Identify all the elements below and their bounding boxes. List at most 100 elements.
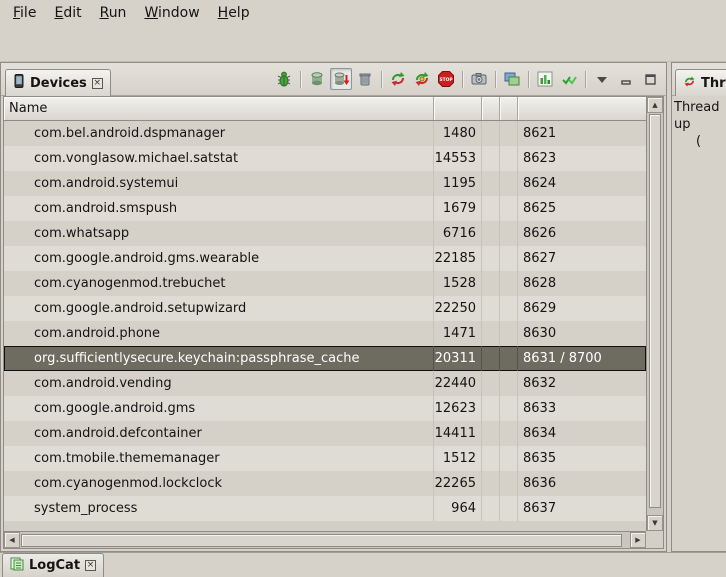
process-name-cell: com.android.vending [4, 371, 434, 396]
capture-system-trace-icon[interactable] [501, 68, 523, 90]
scroll-down-icon[interactable]: ▼ [647, 515, 663, 531]
port-cell: 8635 [518, 446, 646, 471]
table-row[interactable]: com.vonglasow.michael.satstat145538623 [4, 146, 646, 171]
stop-process-icon[interactable]: STOP [435, 68, 457, 90]
process-name-cell: com.cyanogenmod.lockclock [4, 471, 434, 496]
devices-toolbar: STOP [273, 68, 661, 90]
screen-capture-icon[interactable] [468, 68, 490, 90]
table-row[interactable]: com.android.systemui11958624 [4, 171, 646, 196]
empty-cell [482, 171, 500, 196]
column-header-4[interactable] [500, 97, 518, 120]
empty-cell [500, 221, 518, 246]
empty-cell [482, 146, 500, 171]
empty-cell [482, 246, 500, 271]
empty-cell [500, 321, 518, 346]
empty-cell [482, 421, 500, 446]
device-icon [13, 74, 25, 92]
menu-window[interactable]: Window [135, 2, 208, 24]
bar-chart-icon[interactable] [534, 68, 556, 90]
empty-cell [500, 196, 518, 221]
maximize-icon[interactable] [639, 68, 661, 90]
table-row[interactable]: com.android.defcontainer144118634 [4, 421, 646, 446]
column-header-name[interactable]: Name [4, 97, 434, 120]
workbench: Devices × [0, 62, 726, 552]
process-name-cell: org.sufficientlysecure.keychain:passphra… [4, 346, 434, 371]
port-cell: 8625 [518, 196, 646, 221]
pid-cell: 22265 [434, 471, 482, 496]
table-row[interactable]: system_process9648637 [4, 496, 646, 521]
tab-devices[interactable]: Devices × [5, 69, 111, 96]
menu-edit[interactable]: Edit [45, 2, 90, 24]
start-method-profiling-icon[interactable] [411, 68, 433, 90]
port-cell: 8634 [518, 421, 646, 446]
horizontal-scroll-thumb[interactable] [21, 534, 622, 547]
table-row[interactable]: com.google.android.gms126238633 [4, 396, 646, 421]
empty-cell [482, 321, 500, 346]
process-table: Name com.bel.android.dspmanager14808621c… [3, 96, 664, 549]
column-header-pid[interactable] [434, 97, 482, 120]
column-header-3[interactable] [482, 97, 500, 120]
empty-cell [482, 371, 500, 396]
table-row[interactable]: com.whatsapp67168626 [4, 221, 646, 246]
close-icon[interactable]: × [85, 560, 96, 571]
menu-run[interactable]: Run [91, 2, 136, 24]
update-heap-icon[interactable] [306, 68, 328, 90]
port-cell: 8626 [518, 221, 646, 246]
tab-threads[interactable]: Threads [675, 69, 726, 96]
dump-hprof-icon[interactable] [330, 68, 352, 90]
pid-cell: 964 [434, 496, 482, 521]
tab-devices-label: Devices [30, 76, 87, 91]
empty-cell [500, 471, 518, 496]
empty-cell [500, 271, 518, 296]
tab-threads-label: Threads [701, 76, 726, 91]
view-menu-icon[interactable] [591, 68, 613, 90]
table-row[interactable]: com.cyanogenmod.trebuchet15288628 [4, 271, 646, 296]
table-row[interactable]: com.tmobile.thememanager15128635 [4, 446, 646, 471]
empty-cell [482, 221, 500, 246]
pid-cell: 1195 [434, 171, 482, 196]
horizontal-scrollbar[interactable]: ◀ ▶ [4, 531, 646, 548]
vertical-scrollbar[interactable]: ▲ ▼ [646, 97, 663, 531]
pid-cell: 22440 [434, 371, 482, 396]
scroll-up-icon[interactable]: ▲ [647, 97, 663, 113]
update-threads-icon[interactable] [387, 68, 409, 90]
cause-gc-icon[interactable] [354, 68, 376, 90]
menu-file[interactable]: File [4, 2, 45, 24]
close-icon[interactable]: × [92, 78, 103, 89]
table-row[interactable]: com.google.android.setupwizard222508629 [4, 296, 646, 321]
vertical-scroll-thumb[interactable] [649, 114, 661, 508]
table-row[interactable]: com.bel.android.dspmanager14808621 [4, 121, 646, 146]
toolbar-separator [495, 71, 496, 88]
green-check-icon[interactable] [558, 68, 580, 90]
main-toolbar-strip [0, 26, 726, 62]
menubar: FileEditRunWindowHelp [0, 0, 726, 26]
pid-cell: 14411 [434, 421, 482, 446]
empty-cell [482, 196, 500, 221]
menu-help[interactable]: Help [209, 2, 259, 24]
table-row[interactable]: com.android.vending224408632 [4, 371, 646, 396]
minimize-icon[interactable] [615, 68, 637, 90]
process-name-cell: com.cyanogenmod.trebuchet [4, 271, 434, 296]
tab-logcat[interactable]: LogCat × [2, 553, 104, 577]
bottom-bar: LogCat × [0, 552, 726, 577]
threads-icon [683, 75, 696, 92]
scroll-right-icon[interactable]: ▶ [630, 532, 646, 548]
empty-cell [500, 246, 518, 271]
process-name-cell: com.tmobile.thememanager [4, 446, 434, 471]
toolbar-separator [462, 71, 463, 88]
empty-cell [500, 396, 518, 421]
empty-cell [482, 296, 500, 321]
process-name-cell: com.google.android.gms.wearable [4, 246, 434, 271]
empty-cell [482, 346, 500, 371]
debug-process-icon[interactable] [273, 68, 295, 90]
threads-view: Threads Thread up ( [671, 62, 726, 552]
scroll-left-icon[interactable]: ◀ [4, 532, 20, 548]
table-row[interactable]: org.sufficientlysecure.keychain:passphra… [4, 346, 646, 371]
threads-tabbar: Threads [672, 63, 726, 96]
port-cell: 8624 [518, 171, 646, 196]
table-row[interactable]: com.cyanogenmod.lockclock222658636 [4, 471, 646, 496]
table-row[interactable]: com.android.phone14718630 [4, 321, 646, 346]
table-row[interactable]: com.google.android.gms.wearable221858627 [4, 246, 646, 271]
table-row[interactable]: com.android.smspush16798625 [4, 196, 646, 221]
column-header-port[interactable] [518, 97, 646, 120]
